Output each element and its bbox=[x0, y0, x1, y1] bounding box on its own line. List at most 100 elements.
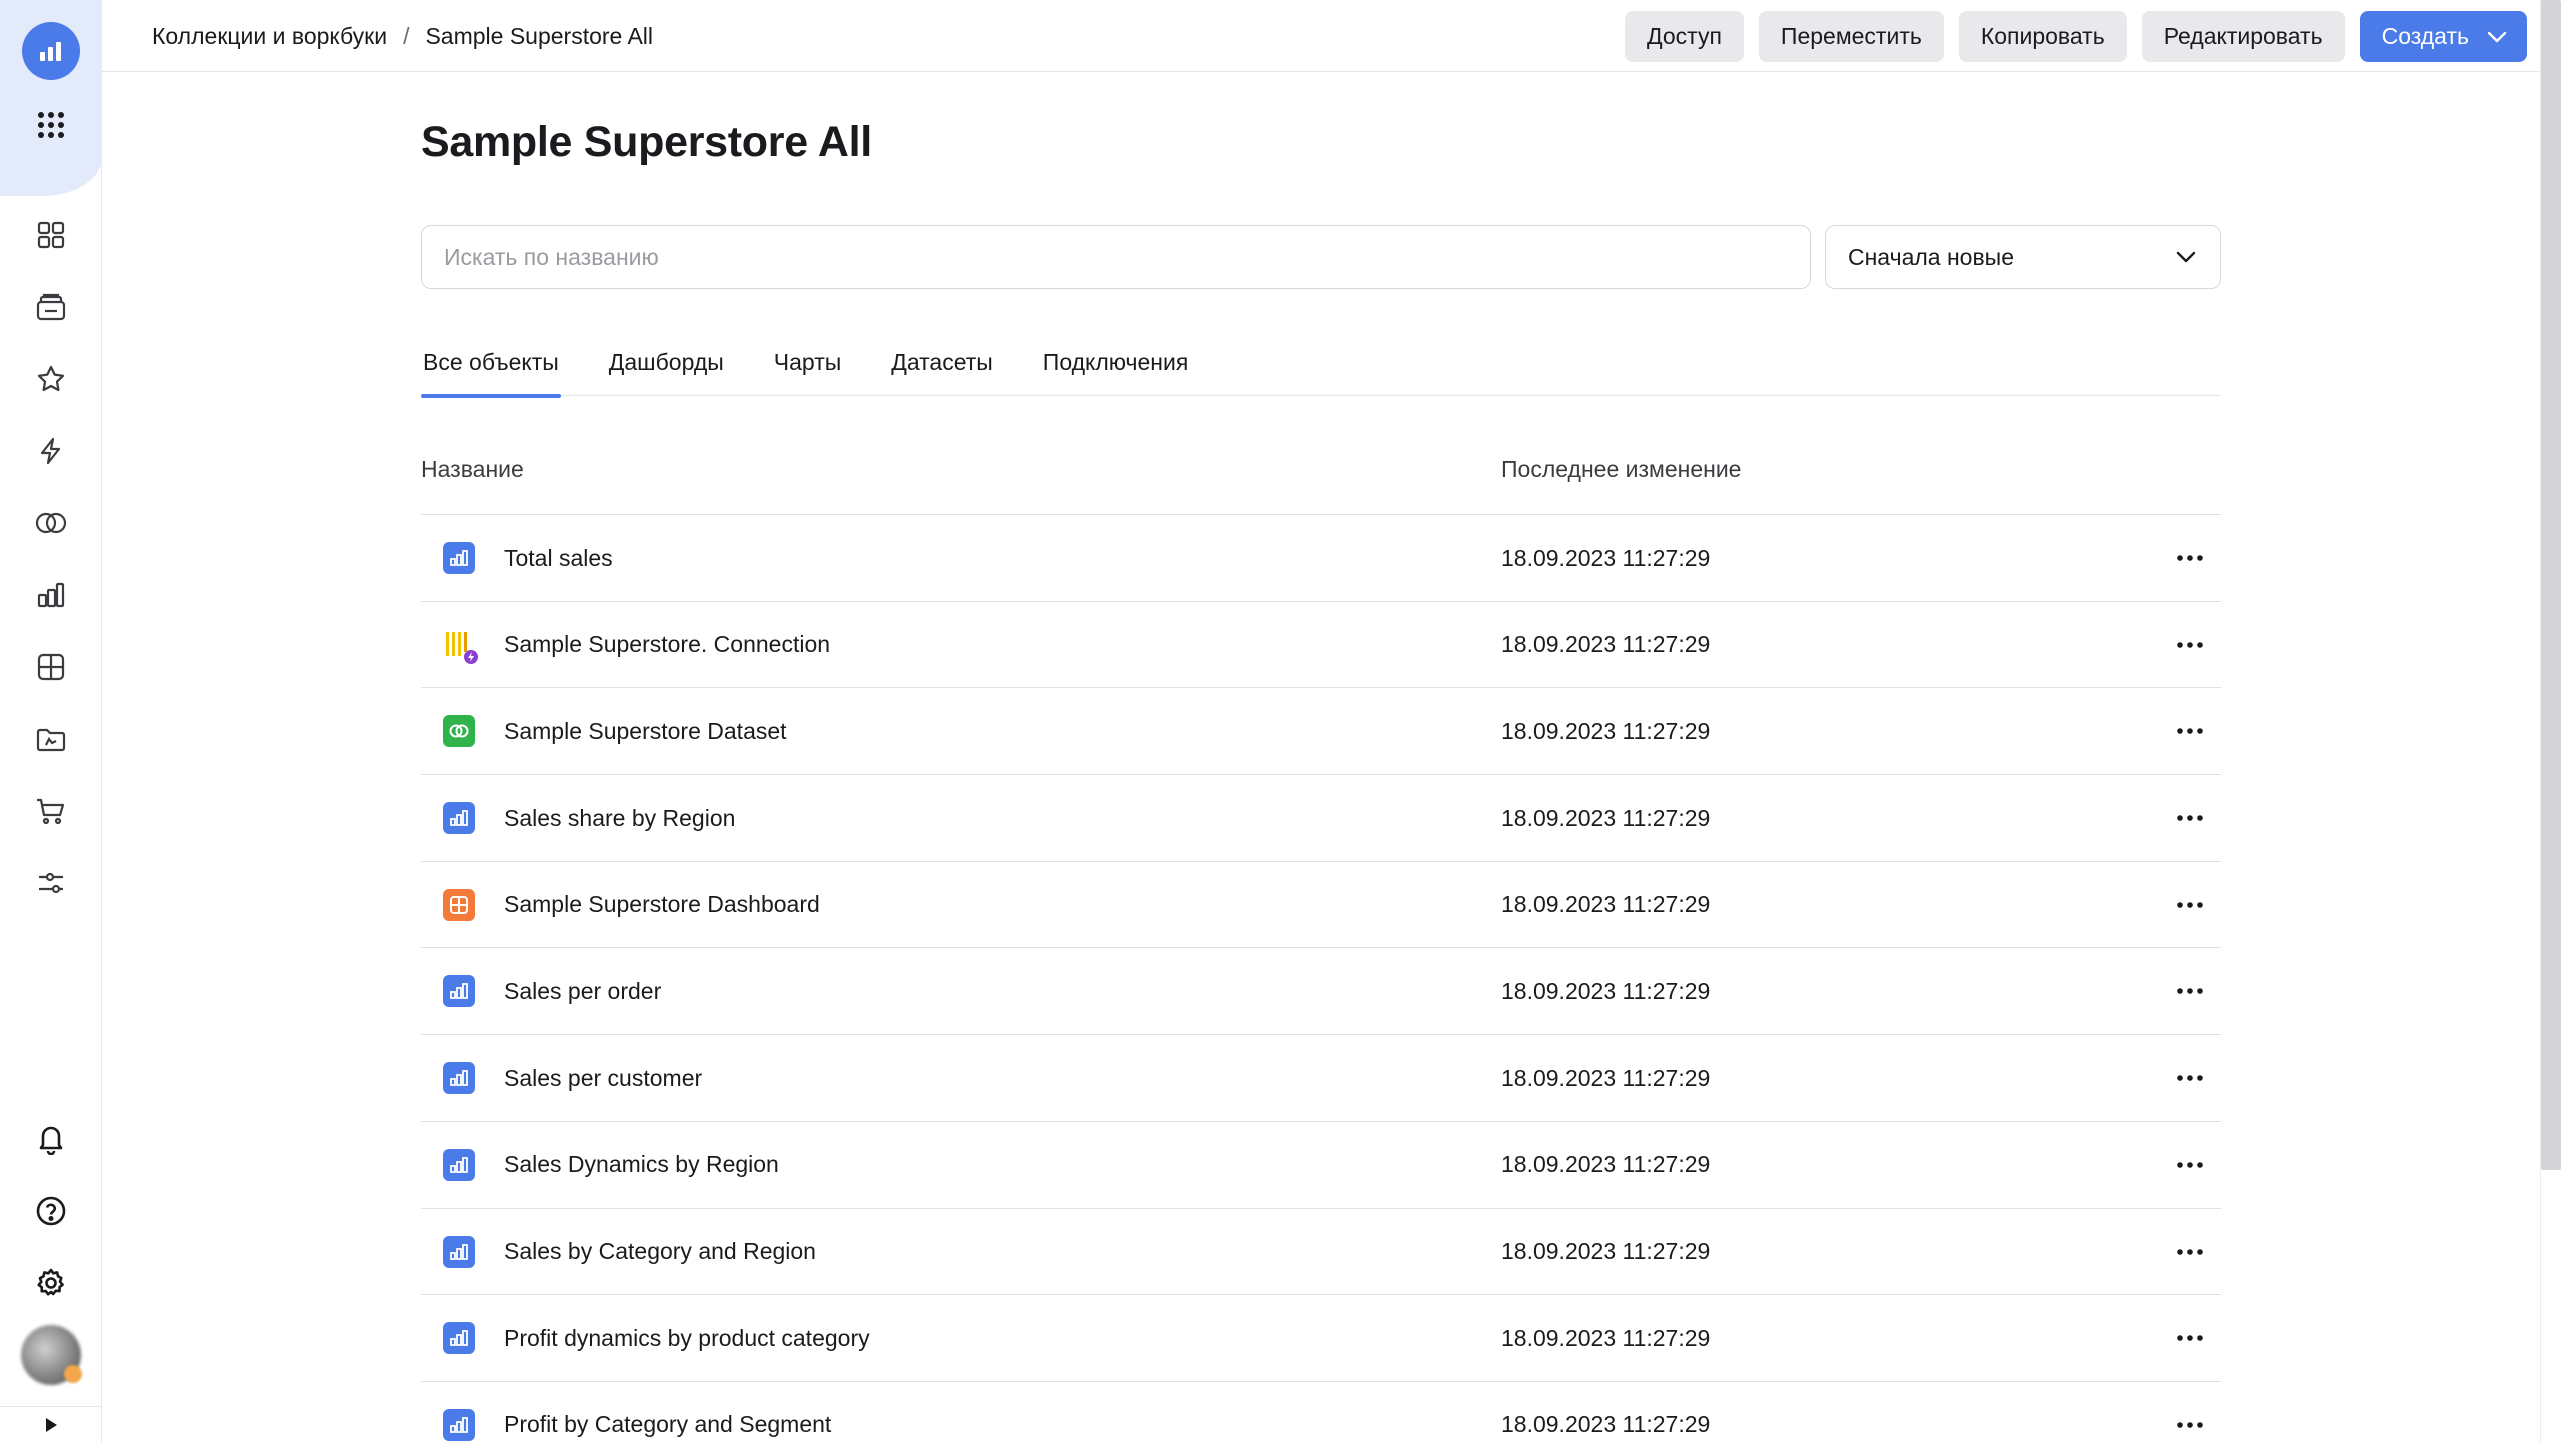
bell-icon[interactable] bbox=[31, 1119, 71, 1159]
chart-icon[interactable] bbox=[31, 575, 71, 615]
row-modified-date: 18.09.2023 11:27:29 bbox=[1501, 1324, 1711, 1351]
more-actions-icon[interactable] bbox=[2173, 1322, 2207, 1354]
grid-icon[interactable] bbox=[31, 215, 71, 255]
more-actions-icon[interactable] bbox=[2173, 542, 2207, 574]
tab-all-objects[interactable]: Все объекты bbox=[421, 335, 561, 398]
row-name-link[interactable]: Sales by Category and Region bbox=[504, 1209, 816, 1295]
edit-button[interactable]: Редактировать bbox=[2141, 11, 2345, 62]
breadcrumb-root-link[interactable]: Коллекции и воркбуки bbox=[152, 23, 387, 50]
table-row[interactable]: Sales per order 18.09.2023 11:27:29 bbox=[421, 948, 2221, 1036]
more-actions-icon[interactable] bbox=[2173, 715, 2207, 747]
breadcrumb: Коллекции и воркбуки / Sample Superstore… bbox=[152, 0, 653, 72]
more-actions-icon[interactable] bbox=[2173, 1409, 2207, 1441]
gear-icon[interactable] bbox=[31, 1263, 71, 1303]
more-actions-icon[interactable] bbox=[2173, 802, 2207, 834]
move-button[interactable]: Переместить bbox=[1758, 11, 1944, 62]
sort-select[interactable]: Сначала новые bbox=[1825, 225, 2221, 289]
breadcrumb-separator: / bbox=[403, 22, 410, 49]
row-name-link[interactable]: Total sales bbox=[504, 515, 613, 601]
top-header: Коллекции и воркбуки / Sample Superstore… bbox=[102, 0, 2540, 72]
chart-type-icon bbox=[443, 802, 475, 835]
collections-icon[interactable] bbox=[31, 287, 71, 327]
chart-type-icon bbox=[443, 1322, 475, 1355]
tab-connections[interactable]: Подключения bbox=[1041, 335, 1191, 396]
row-modified-date: 18.09.2023 11:27:29 bbox=[1501, 1411, 1711, 1438]
row-name-link[interactable]: Sales Dynamics by Region bbox=[504, 1122, 779, 1208]
column-header-name[interactable]: Название bbox=[421, 456, 524, 483]
column-header-modified[interactable]: Последнее изменение bbox=[1501, 456, 1741, 483]
row-modified-date: 18.09.2023 11:27:29 bbox=[1501, 891, 1711, 918]
search-input[interactable] bbox=[421, 225, 1811, 289]
row-name-link[interactable]: Sales per order bbox=[504, 948, 661, 1034]
more-actions-icon[interactable] bbox=[2173, 1149, 2207, 1181]
table-row[interactable]: Sales Dynamics by Region 18.09.2023 11:27… bbox=[421, 1122, 2221, 1209]
more-actions-icon[interactable] bbox=[2173, 975, 2207, 1007]
tab-datasets[interactable]: Датасеты bbox=[889, 335, 995, 396]
chevron-down-icon bbox=[2487, 31, 2507, 42]
lightning-icon[interactable] bbox=[31, 431, 71, 471]
row-name-link[interactable]: Sales per customer bbox=[504, 1035, 702, 1121]
sort-select-value: Сначала новые bbox=[1848, 243, 2015, 270]
dataset-type-icon bbox=[443, 715, 475, 748]
table-body: Total sales 18.09.2023 11:27:29 Sample Sup… bbox=[421, 515, 2221, 1442]
chart-type-icon bbox=[443, 1235, 475, 1268]
row-name-link[interactable]: Sample Superstore. Connection bbox=[504, 602, 830, 688]
create-button-label: Создать bbox=[2381, 23, 2469, 49]
row-modified-date: 18.09.2023 11:27:29 bbox=[1501, 544, 1711, 571]
tab-charts[interactable]: Чарты bbox=[772, 335, 843, 396]
chart-type-icon bbox=[443, 1062, 475, 1095]
table-row[interactable]: Sample Superstore Dataset 18.09.2023 11:2… bbox=[421, 688, 2221, 776]
sliders-icon[interactable] bbox=[31, 863, 71, 903]
play-triangle-icon bbox=[46, 1417, 57, 1432]
create-button[interactable]: Создать bbox=[2359, 11, 2527, 62]
table-row[interactable]: Sales share by Region 18.09.2023 11:27:29 bbox=[421, 775, 2221, 862]
cart-icon[interactable] bbox=[31, 791, 71, 831]
row-modified-date: 18.09.2023 11:27:29 bbox=[1501, 1064, 1711, 1091]
header-actions: Доступ Переместить Копировать Редактиров… bbox=[1625, 11, 2527, 62]
datalens-logo-icon[interactable] bbox=[22, 22, 80, 80]
page-scrollbar-thumb[interactable] bbox=[2541, 0, 2561, 1170]
row-name-link[interactable]: Profit by Category and Segment bbox=[504, 1382, 831, 1442]
chart-type-icon bbox=[443, 975, 475, 1008]
chevron-down-icon bbox=[2176, 251, 2196, 263]
row-name-link[interactable]: Sales share by Region bbox=[504, 775, 735, 861]
row-modified-date: 18.09.2023 11:27:29 bbox=[1501, 631, 1711, 658]
more-actions-icon[interactable] bbox=[2173, 889, 2207, 921]
row-name-link[interactable]: Sample Superstore Dashboard bbox=[504, 862, 820, 948]
row-modified-date: 18.09.2023 11:27:29 bbox=[1501, 1238, 1711, 1264]
table-row[interactable]: Sales by Category and Region 18.09.2023 1… bbox=[421, 1209, 2221, 1296]
sidebar-expand-button[interactable] bbox=[0, 1406, 102, 1442]
sidebar bbox=[0, 0, 102, 1442]
row-name-link[interactable]: Profit dynamics by product category bbox=[504, 1295, 870, 1381]
more-actions-icon[interactable] bbox=[2173, 1236, 2207, 1268]
table-header: Название Последнее изменение bbox=[421, 440, 2221, 515]
chart-type-icon bbox=[443, 1408, 475, 1441]
table-row[interactable]: Profit by Category and Segment 18.09.2023… bbox=[421, 1382, 2221, 1442]
copy-button[interactable]: Копировать bbox=[1958, 11, 2127, 62]
avatar-status-badge bbox=[64, 1365, 82, 1383]
table-row[interactable]: Sample Superstore. Connection 18.09.2023 … bbox=[421, 602, 2221, 689]
help-icon[interactable] bbox=[31, 1191, 71, 1231]
access-button[interactable]: Доступ bbox=[1625, 11, 1744, 62]
row-modified-date: 18.09.2023 11:27:29 bbox=[1501, 977, 1711, 1004]
connection-type-icon bbox=[443, 629, 478, 664]
table-row[interactable]: Sales per customer 18.09.2023 11:27:29 bbox=[421, 1035, 2221, 1122]
table-row[interactable]: Total sales 18.09.2023 11:27:29 bbox=[421, 515, 2221, 602]
dashboard-type-icon bbox=[443, 888, 475, 921]
table-row[interactable]: Sample Superstore Dashboard 18.09.2023 11… bbox=[421, 862, 2221, 949]
object-type-tabs: Все объекты Дашборды Чарты Датасеты Подк… bbox=[421, 335, 2221, 398]
dataset-rings-icon[interactable] bbox=[31, 503, 71, 543]
star-icon[interactable] bbox=[31, 359, 71, 399]
objects-table: Название Последнее изменение Total sales… bbox=[421, 440, 2221, 1442]
more-actions-icon[interactable] bbox=[2173, 629, 2207, 661]
page-title: Sample Superstore All bbox=[421, 118, 872, 166]
row-name-link[interactable]: Sample Superstore Dataset bbox=[504, 688, 787, 774]
table-row[interactable]: Profit dynamics by product category 18.09… bbox=[421, 1295, 2221, 1382]
row-modified-date: 18.09.2023 11:27:29 bbox=[1501, 717, 1711, 744]
apps-grid-icon[interactable] bbox=[31, 105, 71, 145]
more-actions-icon[interactable] bbox=[2173, 1062, 2207, 1094]
chart-type-icon bbox=[443, 542, 475, 574]
tab-dashboards[interactable]: Дашборды bbox=[607, 335, 726, 396]
folder-icon[interactable] bbox=[31, 719, 71, 759]
dashboard-icon[interactable] bbox=[31, 647, 71, 687]
